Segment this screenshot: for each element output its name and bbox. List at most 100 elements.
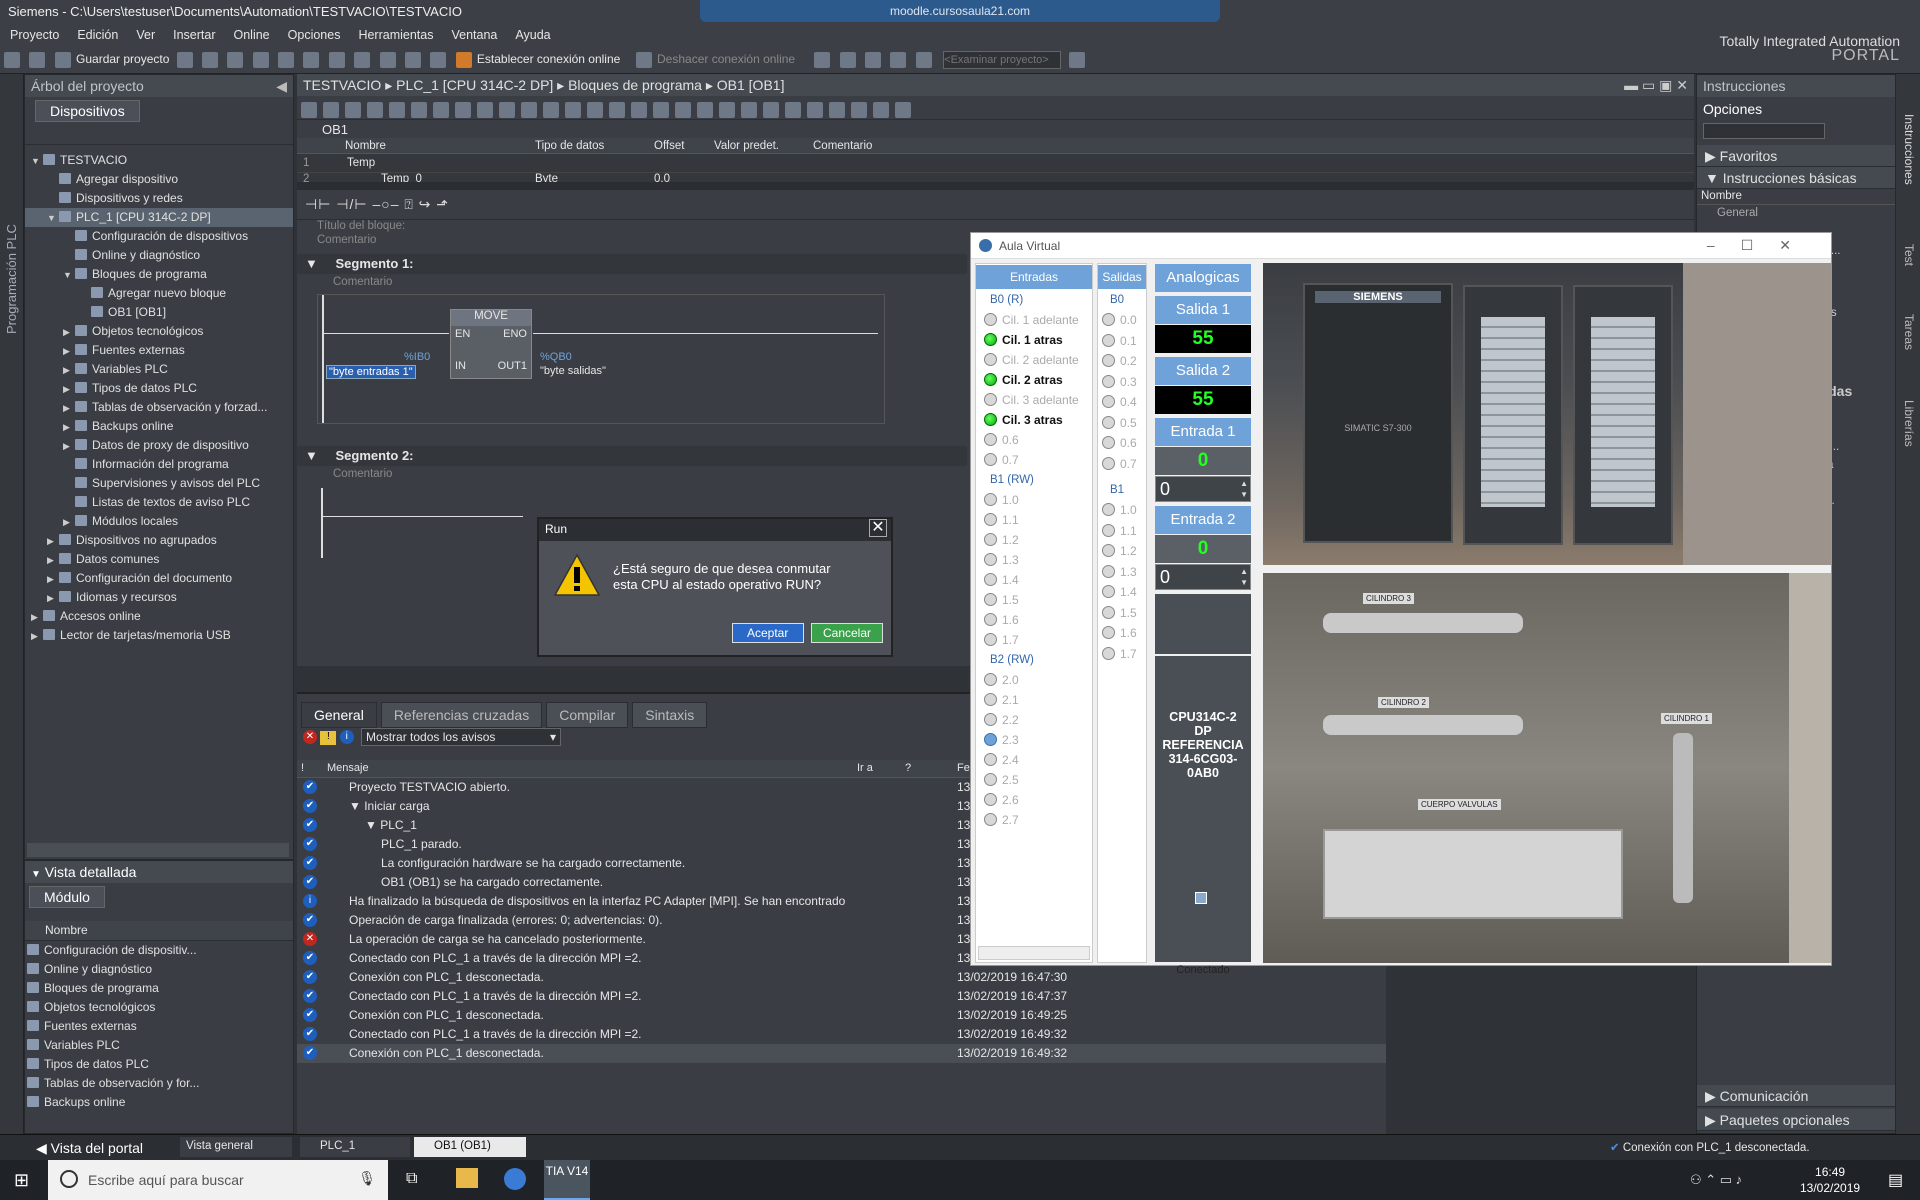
cut-icon[interactable] [202,52,219,68]
editor-tool-icon[interactable] [521,102,537,118]
editor-tool-icon[interactable] [895,102,911,118]
io-point[interactable]: 2.3 [976,730,1092,750]
segment-1-header[interactable]: ▼ Segmento 1: [297,254,967,274]
tree-item[interactable]: ▶ Objetos tecnológicos [25,322,293,341]
io-point[interactable]: Cil. 1 atras [976,330,1092,350]
menu-item[interactable]: Opciones [278,24,349,42]
message-row[interactable]: ✔ Conexión con PLC_1 desconectada. 13/02/2… [297,1006,1386,1025]
editor-tool-icon[interactable] [675,102,691,118]
io-point[interactable]: 1.5 [976,590,1092,610]
menu-item[interactable]: Ventana [441,24,505,42]
menu-item[interactable]: Online [224,24,278,42]
tree-item[interactable]: ▶ Lector de tarjetas/memoria USB [25,626,293,645]
io-point[interactable]: Cil. 2 adelante [976,350,1092,370]
tab-test[interactable]: Test [1902,244,1916,266]
tree-item[interactable]: ▶ Dispositivos no agrupados [25,531,293,550]
io-point[interactable]: 1.2 [1098,541,1146,562]
io-point[interactable]: 2.2 [976,710,1092,730]
tray-icons[interactable]: ⚇ ⌃ ▭ ♪ [1690,1172,1742,1188]
tree-item[interactable]: ▶ Fuentes externas [25,341,293,360]
expand-arrow-icon[interactable]: ▶ [63,399,75,418]
detail-item[interactable]: Configuración de dispositiv... [25,941,293,960]
expand-arrow-icon[interactable]: ▶ [63,323,75,342]
io-point[interactable]: 1.5 [1098,603,1146,624]
segment-2-header[interactable]: ▼ Segmento 2: [297,446,967,466]
info-filter-icon[interactable]: i [339,730,354,744]
tree-item[interactable]: Agregar nuevo bloque [25,284,293,303]
save-project-button[interactable]: Guardar proyecto [76,52,169,66]
tab-tareas[interactable]: Tareas [1902,314,1916,350]
io-point[interactable]: 1.7 [976,630,1092,650]
menu-item[interactable]: Ayuda [505,24,558,42]
ladder-instruction-bar[interactable]: ⊣⊢ ⊣/⊢ –○– ⍰ ↪ ⬏ [297,190,1694,220]
expand-arrow-icon[interactable]: ▶ [47,570,59,589]
io-point[interactable]: Cil. 3 adelante [976,390,1092,410]
io-point[interactable]: 1.3 [976,550,1092,570]
editor-tool-icon[interactable] [631,102,647,118]
spinner-arrows-icon[interactable]: ▲ ▼ [1240,566,1248,588]
expand-arrow-icon[interactable]: ▶ [47,551,59,570]
entradas-scrollbar[interactable] [978,946,1090,960]
io-point[interactable]: 2.6 [976,790,1092,810]
notifications-icon[interactable]: ▤ [1888,1170,1903,1190]
spinner-arrows-icon[interactable]: ▲ ▼ [1240,478,1248,500]
stop-cpu-icon[interactable] [865,52,882,68]
entrada2-spinner[interactable]: 0 ▲ ▼ [1155,564,1251,590]
comunicacion-section[interactable]: ▶ Comunicación [1697,1085,1895,1107]
tree-item[interactable]: Agregar dispositivo [25,170,293,189]
tree-item[interactable]: ▶ Tipos de datos PLC [25,379,293,398]
compile-icon[interactable] [354,52,371,68]
out-variable[interactable]: "byte salidas" [540,365,606,377]
editor-tool-icon[interactable] [477,102,493,118]
io-point[interactable]: 1.2 [976,530,1092,550]
io-point[interactable]: 2.1 [976,690,1092,710]
tree-item[interactable]: Dispositivos y redes [25,189,293,208]
tab-vista-general[interactable]: Vista general [180,1137,292,1157]
io-point[interactable]: 1.1 [1098,521,1146,542]
search-icon[interactable] [1068,52,1085,68]
message-row[interactable]: ✔ Conexión con PLC_1 desconectada. 13/02/2… [297,1044,1386,1063]
remote-session-bar[interactable]: moodle.cursosaula21.com [700,0,1220,22]
tia-portal-taskbar-button[interactable]: TIA V14 [544,1160,590,1200]
tab-modulo[interactable]: Módulo [29,886,105,908]
inspector-tab[interactable]: Referencias cruzadas [380,702,543,728]
download-icon[interactable] [379,52,396,68]
message-row[interactable]: ✔ Conectado con PLC_1 a través de la dire… [297,987,1386,1006]
browser-icon[interactable] [504,1168,526,1190]
io-point[interactable]: 1.0 [1098,500,1146,521]
editor-tool-icon[interactable] [829,102,845,118]
io-point[interactable]: 1.3 [1098,562,1146,583]
paquetes-section[interactable]: ▶ Paquetes opcionales [1697,1109,1895,1131]
editor-tool-icon[interactable] [785,102,801,118]
tree-item[interactable]: ▶ Backups online [25,417,293,436]
detail-item[interactable]: Tipos de datos PLC [25,1055,293,1074]
tree-item[interactable]: Configuración de dispositivos [25,227,293,246]
expand-arrow-icon[interactable]: ▶ [63,380,75,399]
inspector-tab[interactable]: Compilar [546,702,629,728]
detail-item[interactable]: Backups online [25,1093,293,1112]
detail-item[interactable]: Bloques de programa [25,979,293,998]
inspector-tab[interactable]: General [301,702,377,728]
microphone-icon[interactable]: 🎙 [358,1170,376,1187]
redo-icon[interactable] [328,52,345,68]
expand-arrow-icon[interactable]: ▶ [63,342,75,361]
editor-tool-icon[interactable] [367,102,383,118]
connect-online-icon[interactable] [455,52,472,68]
expand-arrow-icon[interactable]: ▶ [47,532,59,551]
io-point[interactable]: 0.7 [976,450,1092,470]
close-icon[interactable]: ✕ [869,519,887,537]
split-vertical-icon[interactable] [915,52,932,68]
editor-tool-icon[interactable] [411,102,427,118]
tree-item[interactable]: Listas de textos de aviso PLC [25,493,293,512]
detail-item[interactable]: Variables PLC [25,1036,293,1055]
editor-tool-icon[interactable] [499,102,515,118]
copy-icon[interactable] [227,52,244,68]
io-point[interactable]: 0.6 [1098,433,1146,454]
detail-col-nombre[interactable]: Nombre [25,921,293,941]
aula-window-controls-icon[interactable]: –☐✕ [1707,237,1817,254]
editor-tool-icon[interactable] [653,102,669,118]
upload-icon[interactable] [404,52,421,68]
tree-item[interactable]: Información del programa [25,455,293,474]
tree-item[interactable]: Online y diagnóstico [25,246,293,265]
editor-tool-icon[interactable] [543,102,559,118]
